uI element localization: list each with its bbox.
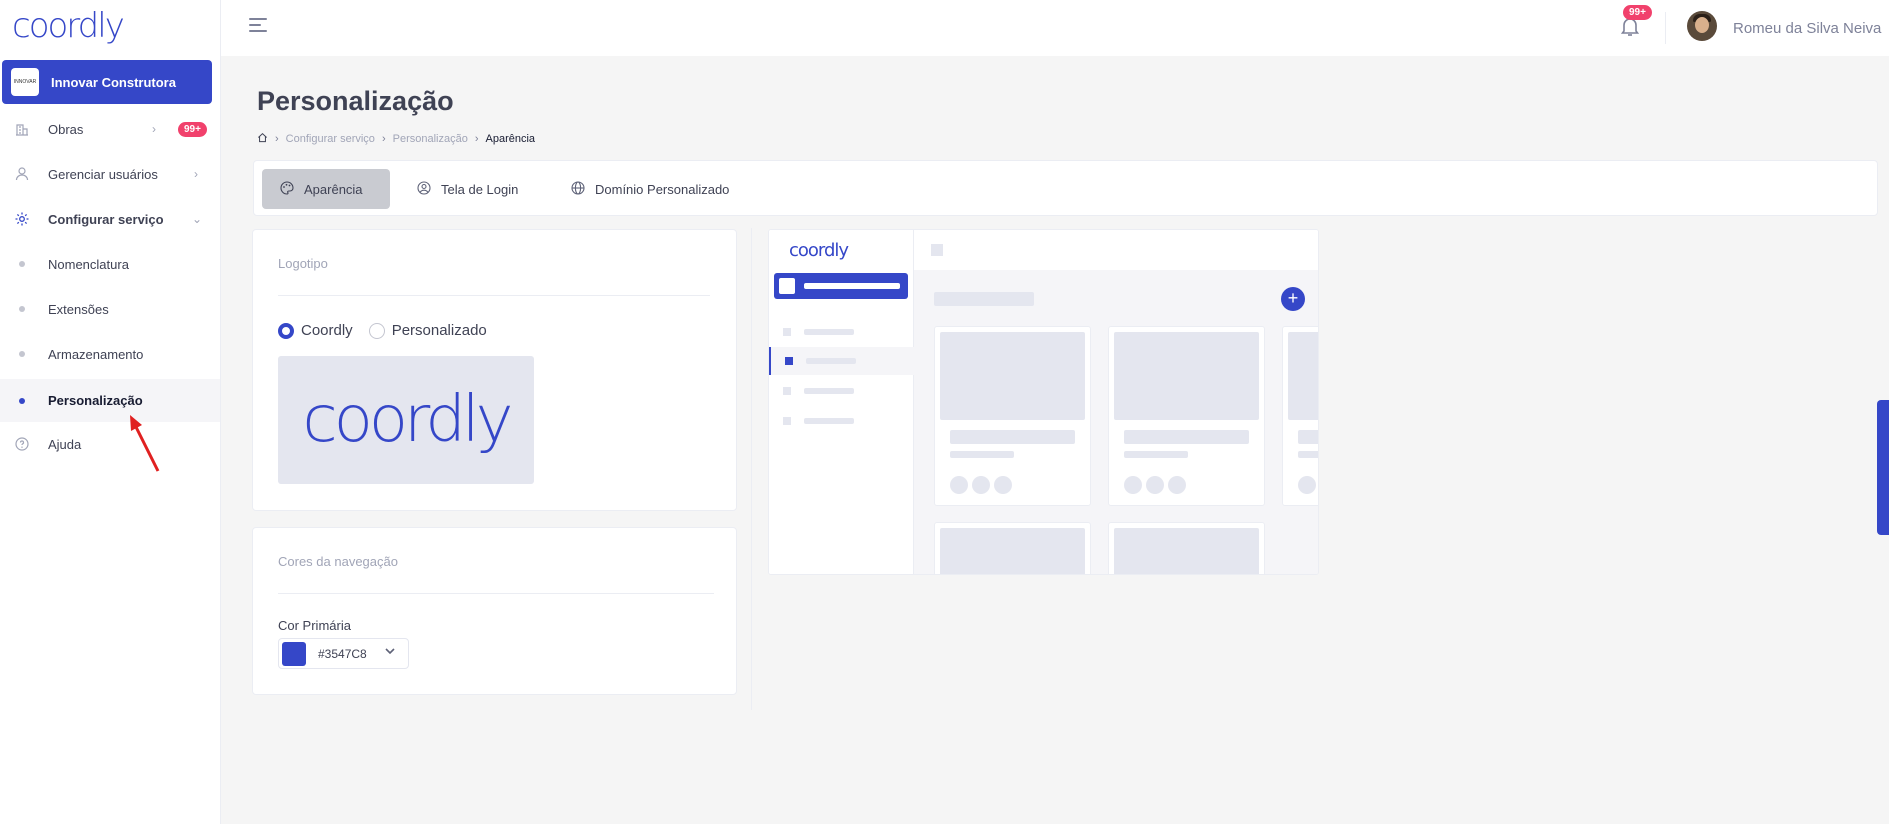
floating-side-tab[interactable] [1877, 400, 1889, 535]
bullet-icon [19, 351, 25, 357]
sidebar-item-label: Configurar serviço [48, 211, 164, 227]
preview-nav-item [769, 407, 914, 435]
menu-toggle-icon[interactable] [249, 18, 267, 36]
sidebar-item-label: Obras [48, 121, 84, 137]
org-logo: INNOVAR [11, 68, 39, 96]
breadcrumb-current: Aparência [485, 133, 536, 145]
tab-tela-de-login[interactable]: Tela de Login [399, 169, 536, 209]
app-logo-text: coordly [12, 6, 125, 46]
user-name[interactable]: Romeu da Silva Neiva [1733, 20, 1881, 37]
logo-card-title: Logotipo [278, 256, 328, 271]
top-header: 99+ Romeu da Silva Neiva [221, 0, 1889, 56]
breadcrumb-separator-icon: › [474, 133, 479, 145]
sidebar-item-extensoes[interactable]: Extensões [0, 289, 220, 329]
radio-label[interactable]: Coordly [301, 322, 353, 339]
colors-card-title: Cores da navegação [278, 554, 398, 569]
sidebar-item-configurar-servico[interactable]: Configurar serviço ⌄ [0, 199, 220, 239]
org-switcher[interactable]: INNOVAR Innovar Construtora [2, 60, 212, 104]
globe-icon [571, 180, 585, 198]
palette-icon [280, 180, 294, 198]
radio-personalizado[interactable] [368, 322, 385, 339]
card-divider [278, 295, 710, 296]
sidebar-item-label: Personalização [48, 393, 143, 408]
preview-sidebar: coordly [769, 230, 914, 574]
tab-label: Tela de Login [441, 181, 519, 197]
notification-badge: 99+ [1623, 5, 1652, 20]
appearance-preview: coordly + [768, 229, 1319, 575]
bullet-icon [19, 306, 25, 312]
preview-card [1282, 326, 1318, 506]
page-title: Personalização [257, 86, 454, 116]
header-divider [1665, 12, 1666, 44]
preview-nav-item [769, 318, 914, 346]
preview-card [1108, 326, 1265, 506]
tab-label: Aparência [304, 181, 363, 197]
obras-badge: 99+ [178, 121, 207, 137]
logo-preview-box: coordly [278, 356, 534, 484]
user-icon [14, 166, 30, 182]
tab-dominio-personalizado[interactable]: Domínio Personalizado [553, 169, 747, 209]
bullet-icon [19, 261, 25, 267]
primary-color-label: Cor Primária [278, 618, 351, 633]
gear-icon [14, 211, 30, 227]
preview-card [934, 522, 1091, 574]
tab-label: Domínio Personalizado [595, 181, 730, 197]
annotation-arrow [130, 415, 160, 472]
preview-content: + [914, 270, 1318, 574]
breadcrumb: › Configurar serviço › Personalização › … [257, 132, 535, 146]
sidebar-item-label: Ajuda [48, 436, 82, 452]
primary-color-picker[interactable]: #3547C8 [278, 638, 409, 669]
primary-color-value: #3547C8 [318, 646, 367, 661]
sidebar-item-label: Armazenamento [48, 346, 144, 362]
preview-nav-item-active [769, 347, 914, 375]
preview-nav-item [769, 377, 914, 405]
org-name: Innovar Construtora [51, 74, 176, 90]
tabs-card: Aparência Tela de Login Domínio Personal… [253, 160, 1878, 216]
sidebar: coordly INNOVAR Innovar Construtora Obra… [0, 0, 221, 824]
sidebar-item-gerenciar-usuarios[interactable]: Gerenciar usuários › [0, 154, 220, 194]
preview-logo: coordly [789, 240, 849, 261]
breadcrumb-separator-icon: › [275, 133, 279, 145]
user-circle-icon [417, 180, 431, 198]
color-swatch [282, 641, 306, 666]
breadcrumb-separator-icon: › [381, 133, 386, 145]
logo-preview-text: coordly [302, 383, 514, 457]
chevron-down-icon: ⌄ [192, 212, 203, 226]
chevron-right-icon: › [194, 167, 198, 181]
sidebar-item-nomenclatura[interactable]: Nomenclatura [0, 244, 220, 284]
preview-org-card [774, 273, 908, 299]
breadcrumb-link[interactable]: Configurar serviço [286, 133, 375, 145]
sidebar-item-ajuda[interactable]: Ajuda [0, 424, 220, 464]
radio-label[interactable]: Personalizado [392, 322, 487, 339]
preview-header [914, 230, 1318, 270]
sidebar-item-armazenamento[interactable]: Armazenamento [0, 334, 220, 374]
home-icon[interactable] [257, 132, 268, 146]
sidebar-item-label: Gerenciar usuários [48, 166, 158, 182]
sidebar-item-label: Extensões [48, 301, 109, 317]
radio-coordly[interactable] [278, 322, 294, 339]
preview-card [934, 326, 1091, 506]
sidebar-item-personalizacao[interactable]: Personalização [0, 379, 220, 422]
org-logo-text: INNOVAR [13, 79, 37, 85]
preview-heading [934, 292, 1034, 306]
column-divider [751, 228, 752, 710]
chevron-down-icon [384, 645, 396, 660]
help-icon [14, 436, 30, 452]
avatar[interactable] [1687, 11, 1717, 41]
logo-card: Logotipo Coordly Personalizado coordly [252, 229, 737, 511]
app-logo[interactable]: coordly [12, 6, 125, 46]
preview-card [1108, 522, 1265, 574]
sidebar-item-obras[interactable]: Obras › 99+ [0, 109, 220, 149]
preview-add-button: + [1281, 287, 1305, 311]
tab-aparencia[interactable]: Aparência [262, 169, 390, 209]
chevron-right-icon: › [152, 122, 156, 136]
breadcrumb-link[interactable]: Personalização [393, 133, 468, 145]
logo-radio-group: Coordly Personalizado [278, 322, 503, 339]
card-divider [278, 593, 714, 594]
sidebar-item-label: Nomenclatura [48, 256, 129, 272]
building-icon [14, 121, 30, 137]
colors-card: Cores da navegação Cor Primária #3547C8 [252, 527, 737, 695]
bullet-icon [19, 397, 25, 404]
